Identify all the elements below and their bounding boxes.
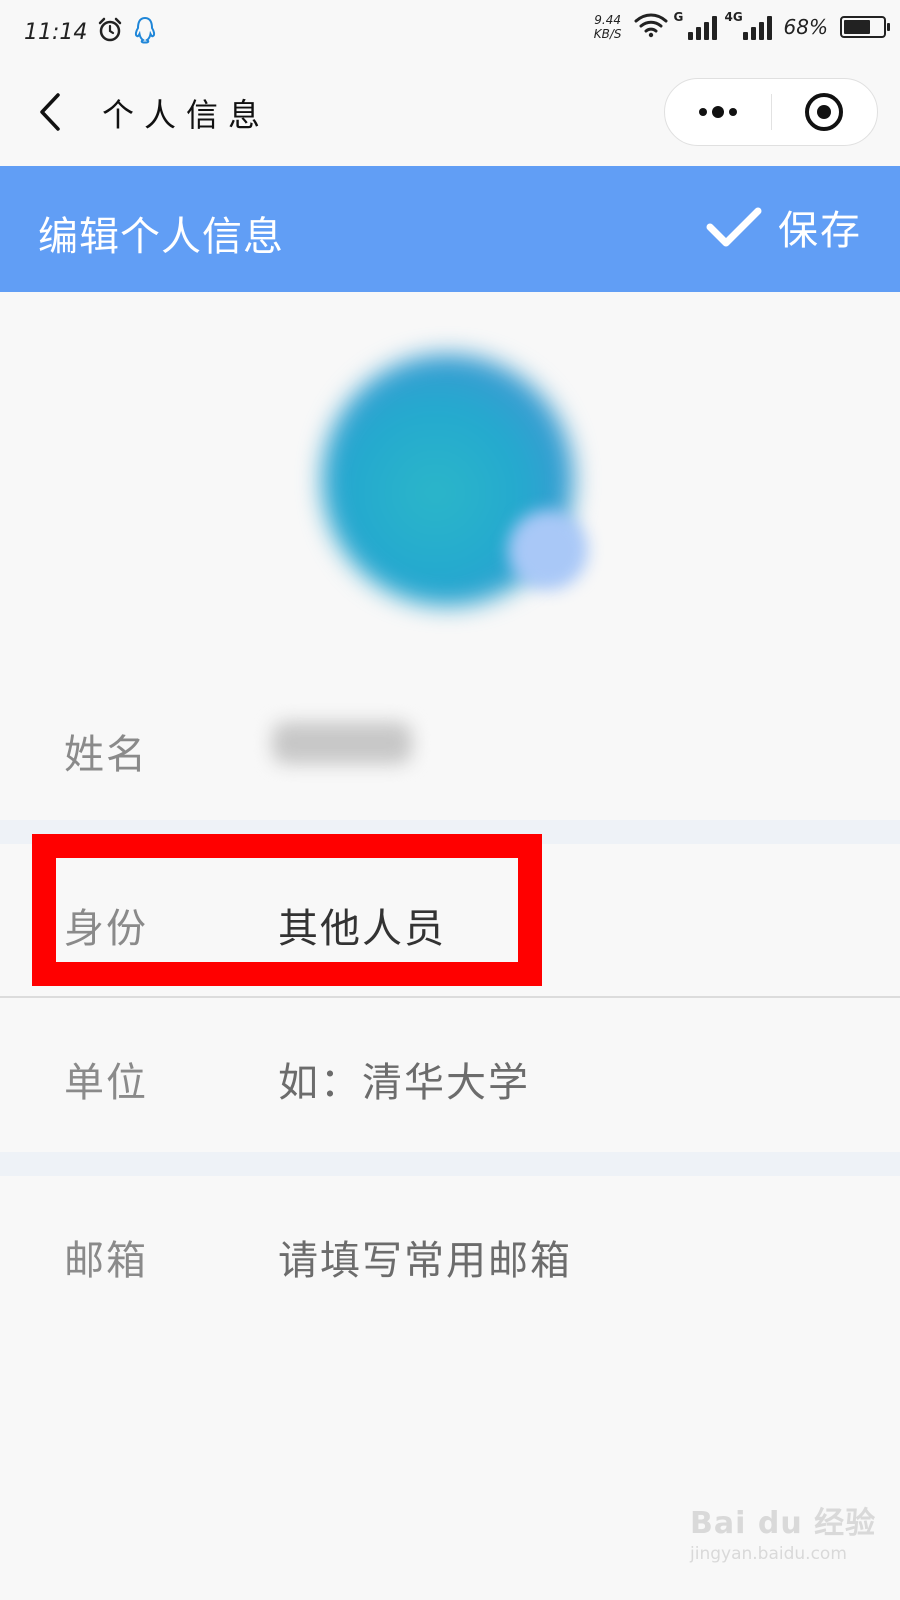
battery-percent: 68%: [783, 15, 828, 39]
alarm-icon: [97, 17, 123, 47]
email-row[interactable]: 邮箱 请填写常用邮箱: [0, 1176, 900, 1330]
baidu-jingyan-watermark: Bai du 经验 jingyan.baidu.com: [690, 1498, 880, 1564]
back-button[interactable]: [30, 90, 70, 134]
sim2-tag: 4G: [724, 10, 743, 24]
status-time: 11:14: [24, 19, 88, 45]
edit-header-title: 编辑个人信息: [38, 214, 284, 260]
email-label: 邮箱: [64, 1238, 148, 1284]
unit-input[interactable]: 如：清华大学: [278, 1050, 530, 1108]
avatar-edit-badge[interactable]: [508, 510, 588, 590]
name-row[interactable]: 姓名: [0, 672, 900, 820]
email-input[interactable]: 请填写常用邮箱: [278, 1228, 572, 1286]
wifi-icon: [634, 12, 668, 42]
save-label: 保存: [778, 208, 862, 254]
name-label: 姓名: [64, 732, 148, 778]
page-title: 个人信息: [102, 96, 271, 134]
target-close-icon: [805, 93, 844, 131]
net-speed-value: 9.44: [594, 13, 622, 27]
net-speed: 9.44 KB/S: [594, 13, 622, 41]
save-button[interactable]: 保存: [706, 198, 862, 256]
checkmark-icon: [706, 207, 762, 247]
unit-row[interactable]: 单位 如：清华大学: [0, 998, 900, 1152]
edit-header: 编辑个人信息 保存: [0, 166, 900, 292]
more-button[interactable]: [665, 79, 771, 145]
nav-bar: 个人信息: [0, 62, 900, 166]
name-value-blurred[interactable]: [272, 722, 412, 764]
identity-value: 其他人员: [278, 906, 446, 952]
section-gap: [0, 820, 900, 844]
close-miniprogram-button[interactable]: [772, 79, 878, 145]
signal-sim2-icon: 4G: [725, 10, 772, 40]
status-left: 11:14: [24, 16, 157, 48]
qq-penguin-icon: [133, 16, 157, 48]
unit-label: 单位: [64, 1060, 148, 1106]
sim1-tag: G: [673, 10, 684, 24]
net-speed-unit: KB/S: [593, 27, 622, 41]
watermark-sub: jingyan.baidu.com: [690, 1544, 847, 1564]
miniprogram-capsule: [664, 78, 878, 146]
chevron-left-icon: [40, 93, 60, 131]
identity-row[interactable]: 身份 其他人员: [0, 844, 900, 996]
status-bar: 11:14 9.44 KB/S G 4G 68%: [0, 0, 900, 62]
battery-level: [844, 20, 870, 34]
battery-icon: [840, 16, 890, 38]
identity-label: 身份: [64, 906, 148, 952]
watermark-main: Bai du 经验: [690, 1506, 877, 1541]
avatar-section: [0, 292, 900, 672]
signal-sim1-icon: G: [674, 10, 717, 40]
status-right: 9.44 KB/S G 4G 68%: [594, 10, 890, 42]
section-gap: [0, 1152, 900, 1176]
more-dots-icon: [698, 106, 737, 118]
